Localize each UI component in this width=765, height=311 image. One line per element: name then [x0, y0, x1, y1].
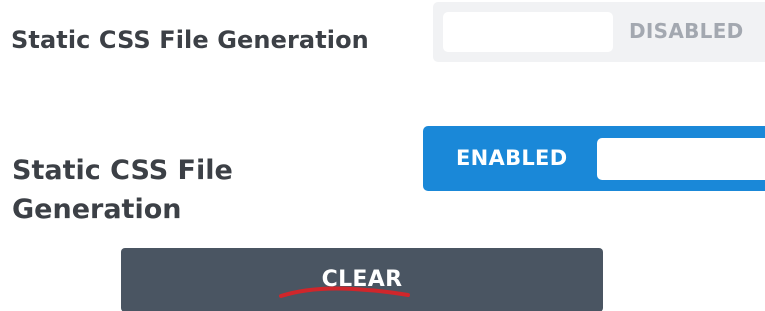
static-css-toggle-enabled[interactable]: ENABLED	[423, 126, 765, 191]
clear-button[interactable]: CLEAR	[121, 248, 603, 311]
static-css-toggle-disabled[interactable]: DISABLED	[433, 2, 765, 62]
setting-label-static-css-enabled: Static CSS File Generation	[12, 155, 233, 225]
toggle-knob[interactable]	[597, 138, 765, 180]
setting-label-static-css-disabled: Static CSS File Generation	[11, 26, 369, 54]
red-underline-annotation	[279, 286, 410, 298]
toggle-state-label: ENABLED	[456, 146, 568, 170]
toggle-knob[interactable]	[443, 12, 613, 52]
settings-panel: Static CSS File Generation DISABLED Stat…	[0, 0, 765, 311]
toggle-state-label: DISABLED	[629, 19, 744, 43]
